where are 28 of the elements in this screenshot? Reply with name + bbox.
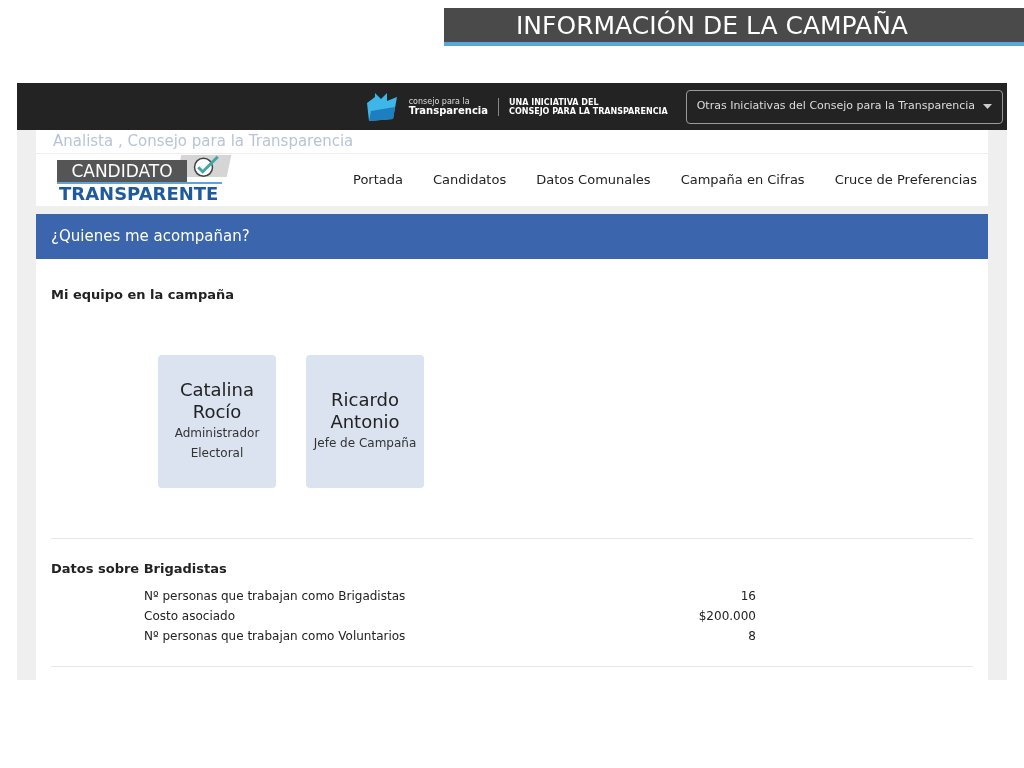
initiatives-dropdown[interactable]: Otras Iniciativas del Consejo para la Transparencia: [685, 89, 1003, 124]
nav-link[interactable]: Candidatos: [433, 170, 507, 190]
logo-top-text: CANDIDATO: [71, 162, 173, 180]
slide-title: INFORMACIÓN DE LA CAMPAÑA: [516, 12, 908, 38]
member-role: Administrador Electoral: [173, 425, 261, 462]
member-name: Catalina Rocío: [178, 379, 256, 423]
row-value: 8: [748, 628, 756, 645]
section-heading: Mi equipo en la campaña: [51, 286, 235, 304]
nav-link[interactable]: Campaña en Cifras: [680, 170, 805, 190]
row-label: Costo asociado: [144, 608, 236, 625]
caret-icon: [983, 104, 992, 109]
logo-bottom-text: TRANSPARENTE: [59, 184, 219, 204]
faded-text: Analista , Consejo para la Transparencia: [53, 131, 354, 153]
nav-link[interactable]: Portada: [353, 170, 403, 190]
panel-title: ¿Quienes me acompañan?: [51, 226, 250, 248]
tagline: UNA INICIATIVA DEL CONSEJO PARA LA TRANSPARENCIA: [509, 97, 668, 116]
nav-link[interactable]: Cruce de Preferencias: [834, 170, 977, 190]
member-name: Ricardo Antonio: [329, 389, 401, 433]
org-small-text: consejo para la: [408, 97, 470, 106]
checkmark-icon: [193, 155, 220, 178]
row-label: Nº personas que trabajan como Brigadistas: [144, 588, 406, 605]
org-name: Transparencia: [408, 105, 489, 116]
section-heading: Datos sobre Brigadistas: [51, 559, 228, 578]
row-label: Nº personas que trabajan como Voluntarios: [144, 628, 406, 645]
member-role: Jefe de Campaña: [312, 435, 418, 452]
row-value: $200.000: [698, 608, 756, 625]
row-value: 16: [740, 588, 756, 605]
nav-link[interactable]: Datos Comunales: [536, 170, 651, 190]
